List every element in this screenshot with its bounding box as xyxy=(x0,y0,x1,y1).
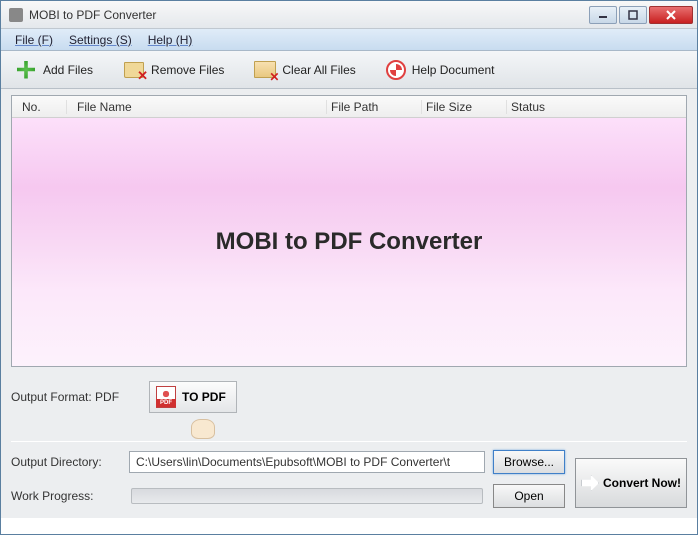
minimize-button[interactable] xyxy=(589,6,617,24)
help-document-button[interactable]: Help Document xyxy=(378,56,503,84)
col-no[interactable]: No. xyxy=(12,100,67,114)
menubar: File (F) Settings (S) Help (H) xyxy=(1,29,697,51)
remove-files-button[interactable]: Remove Files xyxy=(115,55,232,85)
arrow-right-icon xyxy=(581,475,599,491)
close-button[interactable] xyxy=(649,6,693,24)
separator xyxy=(11,441,687,442)
file-list-panel: No. File Name File Path File Size Status… xyxy=(1,89,697,375)
remove-files-label: Remove Files xyxy=(151,63,224,77)
lifebuoy-icon xyxy=(386,60,406,80)
col-name[interactable]: File Name xyxy=(67,100,327,114)
file-list: No. File Name File Path File Size Status… xyxy=(11,95,687,367)
clear-all-button[interactable]: Clear All Files xyxy=(246,55,363,85)
convert-now-button[interactable]: Convert Now! xyxy=(575,458,687,508)
clear-folder-icon xyxy=(254,59,276,81)
convert-now-label: Convert Now! xyxy=(603,476,681,490)
open-button[interactable]: Open xyxy=(493,484,565,508)
app-icon xyxy=(9,8,23,22)
clear-all-label: Clear All Files xyxy=(282,63,355,77)
menu-help[interactable]: Help (H) xyxy=(140,33,201,47)
to-pdf-label: TO PDF xyxy=(182,390,226,404)
output-dir-input[interactable] xyxy=(129,451,485,473)
add-files-button[interactable]: Add Files xyxy=(7,55,101,85)
menu-file[interactable]: File (F) xyxy=(7,33,61,47)
col-size[interactable]: File Size xyxy=(422,100,507,114)
col-status[interactable]: Status xyxy=(507,100,592,114)
toolbar: Add Files Remove Files Clear All Files H… xyxy=(1,51,697,89)
to-pdf-button[interactable]: TO PDF xyxy=(149,381,237,413)
add-files-label: Add Files xyxy=(43,63,93,77)
col-path[interactable]: File Path xyxy=(327,100,422,114)
help-document-label: Help Document xyxy=(412,63,495,77)
menu-settings[interactable]: Settings (S) xyxy=(61,33,140,47)
bottom-panel: Output Format: PDF TO PDF Output Directo… xyxy=(1,375,697,518)
watermark-text: MOBI to PDF Converter xyxy=(216,228,483,256)
output-dir-label: Output Directory: xyxy=(11,455,121,469)
plus-icon xyxy=(15,59,37,81)
pdf-icon xyxy=(156,386,176,408)
output-format-label: Output Format: PDF xyxy=(11,390,141,404)
remove-file-icon xyxy=(123,59,145,81)
titlebar: MOBI to PDF Converter xyxy=(1,1,697,29)
browse-button[interactable]: Browse... xyxy=(493,450,565,474)
maximize-button[interactable] xyxy=(619,6,647,24)
hand-icon xyxy=(191,419,215,439)
progress-label: Work Progress: xyxy=(11,489,121,503)
progress-bar xyxy=(131,488,483,504)
list-body: MOBI to PDF Converter xyxy=(12,118,686,366)
window-title: MOBI to PDF Converter xyxy=(29,8,587,22)
list-header: No. File Name File Path File Size Status xyxy=(12,96,686,118)
window-controls xyxy=(587,6,693,24)
